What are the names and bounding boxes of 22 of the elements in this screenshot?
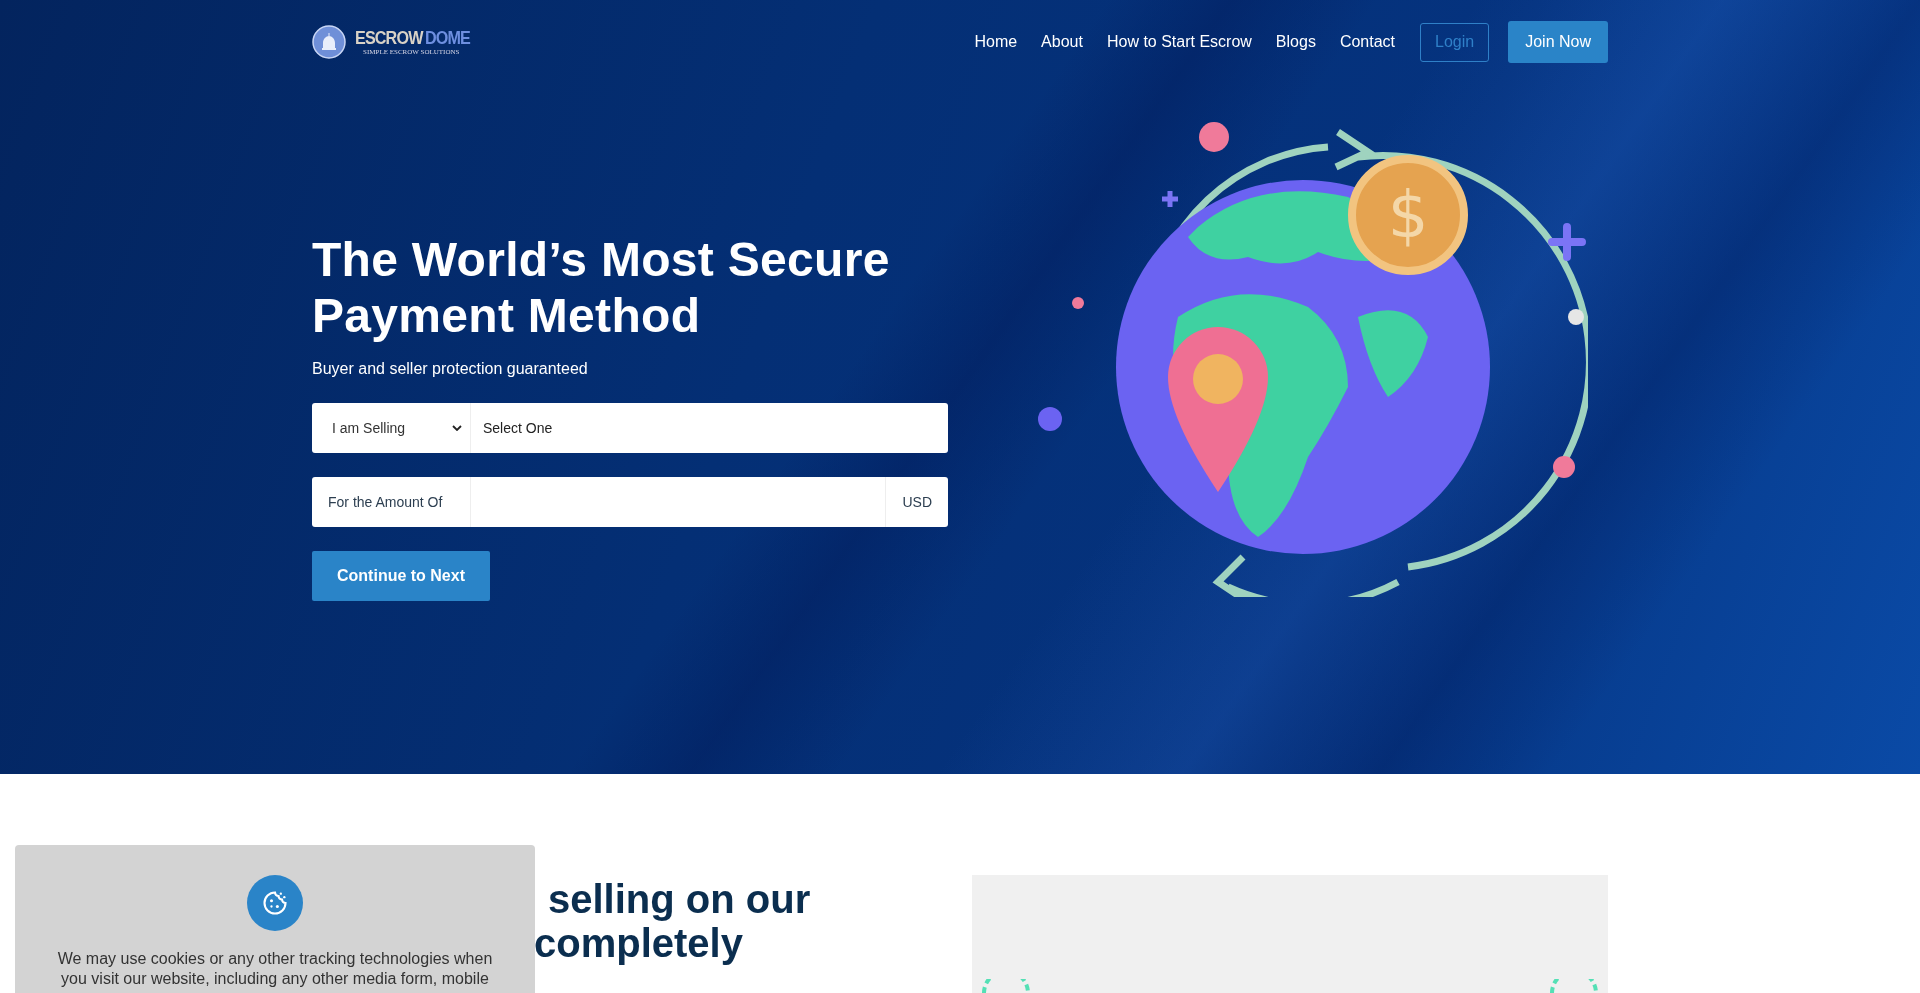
nav-link[interactable]: Contact bbox=[1339, 32, 1396, 52]
hero-heading: The World’s Most Secure Payment Method bbox=[312, 232, 891, 344]
section-heading: selling on our bbox=[548, 877, 811, 921]
section-heading: completely bbox=[534, 921, 743, 965]
nav-link[interactable]: About bbox=[1041, 32, 1083, 52]
dollar-sign: $ bbox=[1387, 178, 1429, 252]
logo-text: DOME bbox=[424, 28, 470, 48]
chevron-icon bbox=[452, 425, 462, 431]
cookie-message: We may use cookies or any other tracking technologies when you visit our website, including any other media form, mobile bbox=[56, 949, 494, 989]
amount-label: For the Amount Of bbox=[312, 477, 471, 527]
nav-link[interactable]: How to Start Escrow bbox=[1106, 32, 1252, 52]
continue-button[interactable]: Continue to Next bbox=[312, 551, 490, 601]
role-select[interactable]: I am Selling bbox=[312, 403, 471, 453]
logo-text: ESCROW bbox=[354, 28, 423, 48]
currency-label: USD bbox=[885, 477, 948, 527]
hero-subtitle: Buyer and seller protection guaranteed bbox=[312, 359, 589, 379]
join-button[interactable]: Join Now bbox=[1508, 21, 1608, 63]
nav-link[interactable]: Blogs bbox=[1275, 32, 1316, 52]
dome-icon bbox=[312, 25, 346, 59]
cookie-icon bbox=[247, 875, 303, 931]
nav-link[interactable]: Home bbox=[974, 32, 1018, 52]
item-select[interactable]: Select One bbox=[471, 403, 948, 453]
